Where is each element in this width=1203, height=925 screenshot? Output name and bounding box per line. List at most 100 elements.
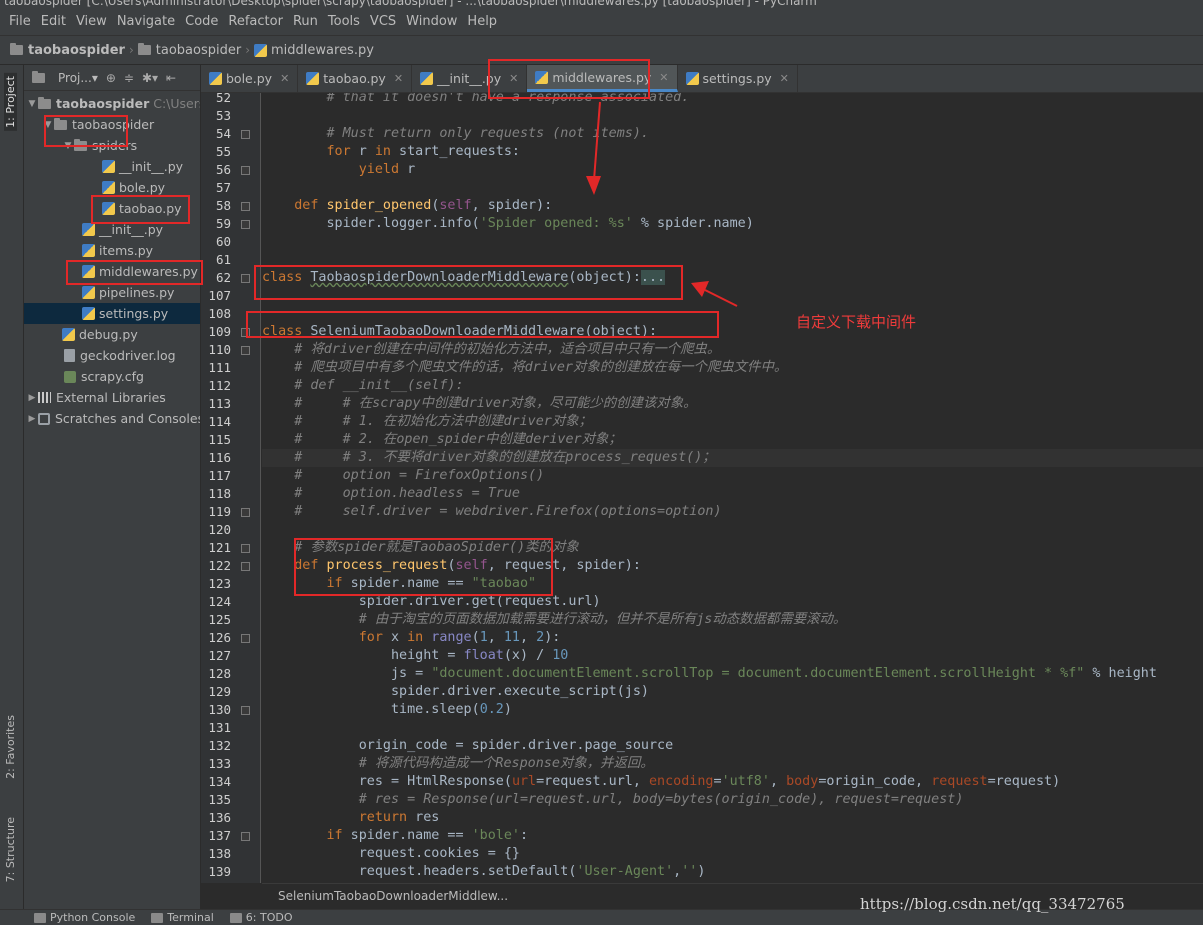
code-keyword: def [294,198,319,213]
breadcrumb-file-label: middlewares.py [271,42,374,58]
menu-file[interactable]: File [4,14,36,29]
editor-crumb-label: SeleniumTaobaoDownloaderMiddlew... [278,889,509,903]
tab-settings[interactable]: settings.py ✕ [678,65,798,92]
todo-label: 6: TODO [245,911,293,924]
code-text: , [520,630,537,645]
breadcrumb-file[interactable]: middlewares.py [254,43,374,58]
code-builtin: range [423,630,472,645]
tree-item-debug[interactable]: debug.py [62,324,138,345]
terminal-label: Terminal [167,911,214,924]
menu-code[interactable]: Code [180,14,223,29]
line-number: 118 [208,486,231,501]
code-text: time.sleep( [391,702,480,717]
code-line: origin_code = spider.driver.page_source [262,737,1203,755]
fold-marker-icon[interactable] [241,274,250,283]
code-text: ( [471,630,480,645]
tree-item-root[interactable]: ▼ taobaospider C:\Users [26,93,200,114]
menu-vcs[interactable]: VCS [365,14,401,29]
line-number: 116 [208,450,231,465]
fold-marker-icon[interactable] [241,346,250,355]
python-console-button[interactable]: Python Console [34,911,135,924]
line-number: 119 [208,504,231,519]
line-number: 117 [208,468,231,483]
menu-navigate[interactable]: Navigate [112,14,180,29]
tab-bole[interactable]: bole.py ✕ [201,65,299,92]
tree-item-scratches[interactable]: ▶ Scratches and Consoles [26,408,201,429]
menu-refactor[interactable]: Refactor [223,14,288,29]
close-icon[interactable]: ✕ [394,72,403,85]
line-number: 130 [208,702,231,717]
tree-item-label: taobaospider [56,96,150,111]
code-comment: # res = Response(url=request.url, body=b… [262,792,964,807]
tree-item-pipelines[interactable]: pipelines.py [82,282,174,303]
line-number: 125 [208,612,231,627]
code-kwarg: encoding [649,774,714,789]
breadcrumb-separator-icon: › [128,43,134,57]
menu-window[interactable]: Window [401,14,462,29]
code-comment: # option = FirefoxOptions() [262,468,545,483]
code-line: # that it doesn't have a response associ… [262,93,1203,107]
close-icon[interactable]: ✕ [780,72,789,85]
code-text: x [382,630,408,645]
tree-item-scrapycfg[interactable]: scrapy.cfg [64,366,144,387]
code-line: # 爬虫项目中有多个爬虫文件的话，将driver对象的创建放在每一个爬虫文件中。 [262,359,1203,377]
code-text: =request.url, [536,774,649,789]
close-icon[interactable]: ✕ [280,72,289,85]
line-number: 113 [208,396,231,411]
fold-marker-icon[interactable] [241,706,250,715]
fold-marker-icon[interactable] [241,832,250,841]
code-editor[interactable]: # that it doesn't have a response associ… [262,93,1203,883]
menu-view[interactable]: View [71,14,112,29]
code-line: # option = FirefoxOptions() [262,467,1203,485]
project-view-selector[interactable]: Proj...▾ [58,71,98,85]
tree-item-label: Scratches and Consoles [55,411,201,426]
tree-item-external-libraries[interactable]: ▶ External Libraries [26,387,166,408]
code-line-current: # # 3. 不要将driver对象的创建放在process_request()… [262,449,1203,467]
hide-panel-icon[interactable]: ⇤ [166,71,176,85]
tab-taobao[interactable]: taobao.py ✕ [298,65,413,92]
close-icon[interactable]: ✕ [659,71,668,84]
breadcrumb-project[interactable]: taobaospider [10,43,125,58]
fold-marker-icon[interactable] [241,166,250,175]
terminal-button[interactable]: Terminal [151,911,214,924]
tree-item-settings[interactable]: settings.py [24,303,200,324]
code-text: start_requests: [391,144,520,159]
todo-button[interactable]: 6: TODO [229,911,293,924]
code-line: # 将源代码构造成一个Response对象，并返回。 [262,755,1203,773]
line-number: 55 [215,144,231,159]
gear-icon[interactable]: ✱▾ [142,71,158,85]
tool-tab-favorites[interactable]: 2: Favorites [4,715,17,779]
code-line: res = HtmlResponse(url=request.url, enco… [262,773,1203,791]
tree-item-spiders-init[interactable]: __init__.py [102,156,183,177]
tree-item-items[interactable]: items.py [82,240,153,261]
collapse-all-icon[interactable]: ≑ [124,71,134,85]
code-kwarg: url [511,774,537,789]
line-number: 60 [215,234,231,249]
scroll-from-source-icon[interactable]: ⊕ [106,71,116,85]
menu-run[interactable]: Run [288,14,323,29]
fold-marker-icon[interactable] [241,220,250,229]
code-kwarg: request [931,774,988,789]
watermark: https://blog.csdn.net/qq_33472765 [860,895,1125,913]
menu-edit[interactable]: Edit [36,14,71,29]
fold-marker-icon[interactable] [241,562,250,571]
fold-marker-icon[interactable] [241,634,250,643]
code-line: # option.headless = True [262,485,1203,503]
tree-item-label: debug.py [79,327,138,342]
line-number: 108 [208,306,231,321]
breadcrumb-package[interactable]: taobaospider [137,43,241,58]
tool-tab-project[interactable]: 1: Project [4,73,17,131]
fold-marker-icon[interactable] [241,544,250,553]
fold-marker-icon[interactable] [241,508,250,517]
library-icon [38,392,51,403]
code-keyword: yield [358,162,400,177]
code-string: "document.documentElement.scrollTop = do… [431,666,1085,681]
tree-item-geckolog[interactable]: geckodriver.log [64,345,176,366]
tool-tab-structure[interactable]: 7: Structure [4,817,17,882]
line-number: 61 [215,252,231,267]
menu-help[interactable]: Help [462,14,502,29]
menu-tools[interactable]: Tools [323,14,365,29]
fold-marker-icon[interactable] [241,130,250,139]
code-text: spider.logger.info( [326,216,480,231]
fold-marker-icon[interactable] [241,202,250,211]
